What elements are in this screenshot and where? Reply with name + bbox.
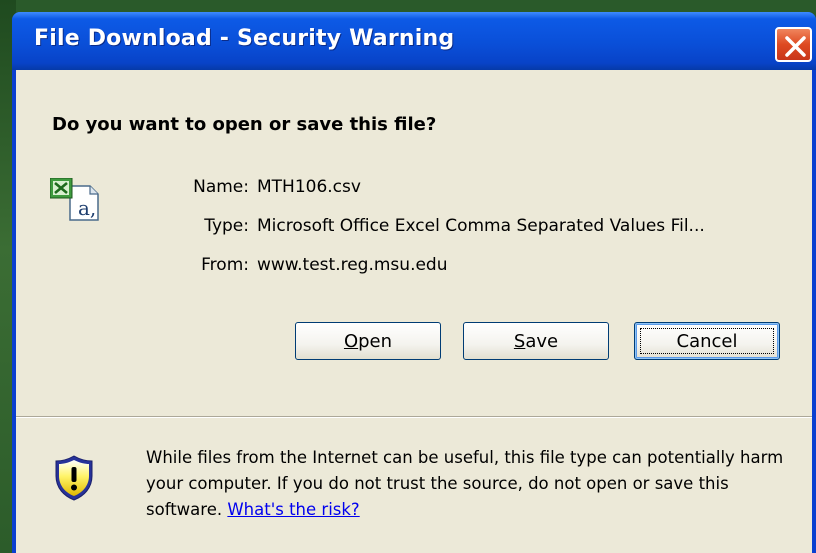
open-button-label: pen bbox=[358, 330, 393, 352]
file-download-dialog: File Download - Security Warning Do you … bbox=[12, 12, 816, 553]
file-type-value: Microsoft Office Excel Comma Separated V… bbox=[257, 216, 705, 236]
file-name-value: MTH106.csv bbox=[257, 177, 361, 197]
close-button[interactable] bbox=[775, 27, 812, 62]
title-bar[interactable]: File Download - Security Warning bbox=[12, 12, 816, 70]
dialog-question: Do you want to open or save this file? bbox=[52, 114, 437, 135]
cancel-button[interactable]: Cancel bbox=[634, 322, 780, 360]
close-icon bbox=[785, 36, 806, 57]
section-divider-highlight bbox=[16, 417, 812, 418]
open-button[interactable]: Open bbox=[295, 322, 441, 360]
file-type-label: Type: bbox=[204, 216, 249, 236]
save-button-label: ave bbox=[525, 330, 559, 352]
dialog-title: File Download - Security Warning bbox=[34, 26, 455, 51]
whats-the-risk-link[interactable]: What's the risk? bbox=[227, 500, 359, 519]
excel-csv-file-icon: a, bbox=[49, 177, 100, 226]
security-shield-warning-icon bbox=[54, 454, 94, 506]
focus-rectangle bbox=[640, 328, 774, 354]
security-warning-message: While files from the Internet can be use… bbox=[146, 445, 806, 523]
save-button[interactable]: Save bbox=[463, 322, 609, 360]
open-accel-key: O bbox=[343, 330, 359, 352]
svg-text:a,: a, bbox=[78, 196, 96, 220]
dialog-body: Do you want to open or save this file? a… bbox=[16, 70, 812, 553]
file-from-label: From: bbox=[201, 255, 249, 275]
file-name-label: Name: bbox=[193, 177, 249, 197]
file-from-value: www.test.reg.msu.edu bbox=[257, 255, 448, 275]
save-accel-key: S bbox=[513, 330, 526, 352]
